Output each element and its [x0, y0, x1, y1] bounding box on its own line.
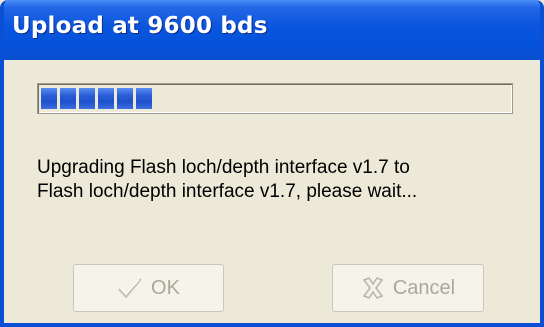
ok-button[interactable]: OK	[73, 264, 224, 312]
progress-segment	[60, 88, 76, 109]
status-message-line-1: Upgrading Flash loch/depth interface v1.…	[37, 157, 410, 178]
checkmark-icon	[117, 276, 143, 300]
cancel-button-label: Cancel	[392, 276, 456, 299]
upload-dialog: Upload at 9600 bds Upgrading Flash loch/…	[0, 0, 544, 327]
progress-segment	[41, 88, 57, 109]
status-message: Upgrading Flash loch/depth interface v1.…	[37, 156, 517, 204]
progress-fill	[41, 88, 509, 109]
status-message-line-2: Flash loch/depth interface v1.7, please …	[37, 181, 418, 202]
window-title: Upload at 9600 bds	[12, 13, 268, 39]
progress-bar	[37, 83, 513, 114]
ok-button-label: OK	[151, 276, 180, 299]
progress-segment	[117, 88, 133, 109]
title-bar[interactable]: Upload at 9600 bds	[4, 0, 540, 60]
progress-segment	[79, 88, 95, 109]
x-icon	[361, 276, 385, 300]
cancel-button[interactable]: Cancel	[332, 264, 484, 312]
progress-segment	[98, 88, 114, 109]
progress-segment	[136, 88, 152, 109]
